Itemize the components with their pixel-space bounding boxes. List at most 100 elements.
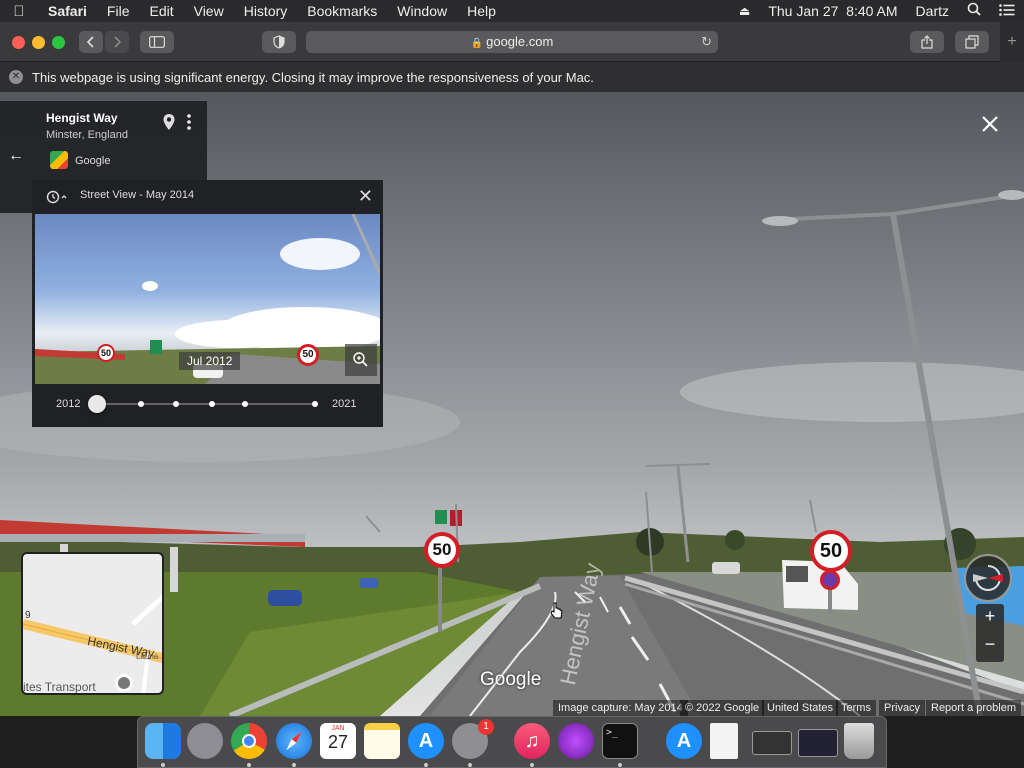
- back-button[interactable]: [79, 31, 103, 53]
- google-maps-logo-icon: [50, 151, 68, 169]
- timeline-point[interactable]: [138, 401, 144, 407]
- running-indicator: [468, 763, 472, 767]
- back-rail: ←: [0, 101, 32, 213]
- minimize-window-button[interactable]: [32, 36, 45, 49]
- street-view-date-heading: Street View - May 2014: [80, 189, 195, 201]
- share-button[interactable]: [910, 31, 944, 53]
- eject-icon[interactable]: ⏏: [730, 0, 759, 22]
- place-subtitle: Minster, England: [46, 129, 128, 141]
- app-store-icon[interactable]: A: [408, 723, 444, 759]
- report-problem-link[interactable]: Report a problem: [926, 700, 1021, 716]
- spotlight-search-icon[interactable]: [958, 0, 990, 22]
- back-arrow-icon[interactable]: ←: [8, 147, 24, 165]
- finder-icon[interactable]: [145, 723, 181, 759]
- music-icon[interactable]: ♫: [514, 723, 550, 759]
- minimap[interactable]: Hengist Way Launa 9 ites Transport: [21, 552, 164, 695]
- copyright-text: © 2022 Google: [680, 700, 765, 716]
- historical-thumbnail[interactable]: 50 50 Jul 2012: [35, 214, 380, 384]
- tab-overview-button[interactable]: [955, 31, 989, 53]
- privacy-link[interactable]: Privacy: [879, 700, 926, 716]
- image-capture-date: Image capture: May 2014: [553, 700, 688, 716]
- notes-icon[interactable]: [364, 723, 400, 759]
- launchpad-icon[interactable]: [187, 723, 223, 759]
- speed-limit-value: 50: [432, 540, 452, 559]
- screenshot-stack-icon[interactable]: [752, 731, 792, 755]
- pin-icon[interactable]: [162, 113, 176, 136]
- safari-icon[interactable]: [276, 723, 312, 759]
- menu-help[interactable]: Help: [457, 0, 506, 22]
- menu-history[interactable]: History: [234, 0, 298, 22]
- minimap-side-label: Launa: [136, 652, 159, 661]
- notification-badge: 1: [478, 719, 494, 735]
- system-preferences-icon[interactable]: 1: [452, 719, 494, 759]
- running-indicator: [292, 763, 296, 767]
- minimap-poi-label: ites Transport: [23, 680, 96, 694]
- menu-edit[interactable]: Edit: [139, 0, 183, 22]
- timeline-slider-handle[interactable]: [88, 395, 106, 413]
- zoom-in-button[interactable]: +: [976, 606, 1004, 627]
- menubar-user[interactable]: Dartz: [907, 0, 958, 22]
- control-center-icon[interactable]: [990, 0, 1024, 22]
- timeline-point[interactable]: [312, 401, 318, 407]
- street-view-time-panel: Street View - May 2014 ✕ 50 50 Jul 2012 …: [32, 180, 383, 427]
- zoom-thumbnail-icon[interactable]: [345, 344, 377, 376]
- menubar-clock[interactable]: Thu Jan 27 8:40 AM: [759, 0, 906, 22]
- menu-bookmarks[interactable]: Bookmarks: [297, 0, 387, 22]
- forward-button[interactable]: [105, 31, 129, 53]
- timeline-track[interactable]: [98, 403, 316, 405]
- reload-icon[interactable]: ↻: [701, 31, 712, 53]
- google-watermark-logo: Google: [480, 669, 542, 690]
- mouse-cursor-icon: [550, 602, 564, 625]
- menu-file[interactable]: File: [97, 0, 140, 22]
- history-icon[interactable]: [46, 190, 68, 209]
- trash-icon[interactable]: [844, 723, 874, 759]
- street-view-scene[interactable]: 50 50 Hengist Way ← Hengist Way Minster,…: [0, 92, 1024, 716]
- menu-window[interactable]: Window: [387, 0, 457, 22]
- lock-icon: 🔒: [470, 38, 484, 49]
- document-icon[interactable]: [710, 723, 738, 759]
- privacy-shield-button[interactable]: [262, 31, 296, 53]
- address-bar-url: google.com: [486, 34, 554, 49]
- thumb-speed-sign: 50: [297, 344, 319, 366]
- place-title[interactable]: Hengist Way: [46, 111, 118, 125]
- timeline-point[interactable]: [209, 401, 215, 407]
- thumbnail-date-label: Jul 2012: [179, 352, 241, 370]
- terms-link[interactable]: Terms: [836, 700, 876, 716]
- thumb-speed-sign: 50: [97, 344, 115, 362]
- compass-icon[interactable]: [964, 554, 1012, 602]
- thumb-speed-value: 50: [100, 348, 111, 358]
- no-stopping-sign: [820, 570, 840, 590]
- menu-view[interactable]: View: [184, 0, 234, 22]
- dock: JAN 27 A 1 ♫ >_ A: [137, 716, 887, 768]
- running-indicator: [161, 763, 165, 767]
- chrome-icon[interactable]: [231, 723, 267, 759]
- new-tab-button[interactable]: +: [1000, 22, 1024, 62]
- close-time-panel-icon[interactable]: ✕: [358, 186, 373, 207]
- address-bar[interactable]: 🔒 google.com ↻: [306, 31, 718, 53]
- terminal-icon[interactable]: >_: [602, 723, 638, 759]
- close-street-view-icon[interactable]: [980, 114, 1000, 139]
- country-link[interactable]: United States: [762, 700, 839, 716]
- running-indicator: [618, 763, 622, 767]
- zoom-out-button[interactable]: −: [976, 634, 1004, 655]
- minimap-location-marker-icon: [115, 674, 133, 692]
- app-store-folder-icon[interactable]: A: [666, 723, 702, 759]
- calendar-icon[interactable]: JAN 27: [320, 723, 356, 759]
- speed-limit-sign: 50: [810, 530, 852, 572]
- more-options-icon[interactable]: [186, 113, 192, 136]
- menu-app-safari[interactable]: Safari: [38, 0, 97, 22]
- image-source[interactable]: Google: [75, 155, 110, 167]
- downloads-icon[interactable]: [558, 723, 594, 759]
- energy-warning-text: This webpage is using significant energy…: [32, 69, 594, 85]
- timeline-point[interactable]: [173, 401, 179, 407]
- close-window-button[interactable]: [12, 36, 25, 49]
- dismiss-banner-icon[interactable]: ✕: [9, 70, 23, 84]
- zoom-controls: + −: [976, 604, 1004, 662]
- apple-menu-icon[interactable]: : [0, 3, 38, 20]
- minimap-roads: [23, 594, 162, 693]
- timeline-point[interactable]: [242, 401, 248, 407]
- running-indicator: [424, 763, 428, 767]
- sidebar-toggle-button[interactable]: [140, 31, 174, 53]
- screenshot-stack-icon[interactable]: [798, 729, 838, 757]
- zoom-window-button[interactable]: [52, 36, 65, 49]
